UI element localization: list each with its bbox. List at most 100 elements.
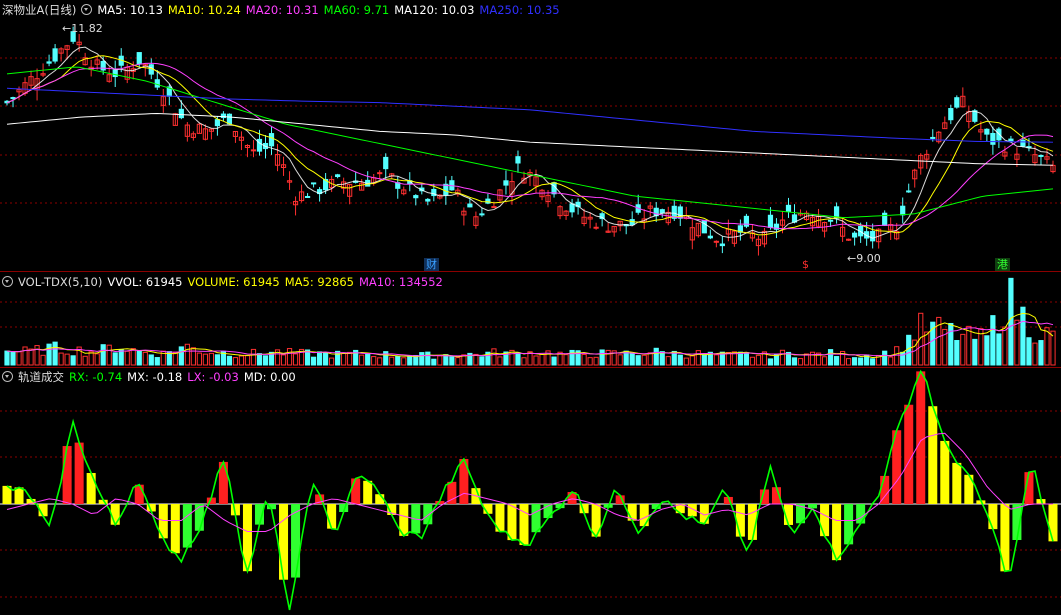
candle-body	[226, 113, 233, 125]
track-bar	[1048, 504, 1058, 542]
volume-bar	[184, 343, 190, 366]
ma120-line	[6, 112, 1054, 166]
volume-bar	[335, 350, 341, 366]
volume-bar	[593, 356, 599, 366]
volume-bar	[449, 356, 455, 366]
candle-body	[827, 219, 834, 222]
candle-body	[304, 196, 311, 199]
track-bar	[279, 504, 289, 580]
price-title: 深物业A(日线)	[2, 3, 77, 17]
track-indicator-0: RX: -0.74	[69, 370, 123, 384]
candle-body	[707, 235, 713, 239]
volume-bar	[755, 354, 762, 366]
volume-panel[interactable]: VOL-TDX(5,10) VVOL: 61945 VOLUME: 61945 MA5…	[0, 272, 1061, 367]
volume-bar	[341, 352, 347, 366]
track-volume-chart[interactable]	[0, 367, 1061, 615]
volume-bar	[954, 340, 960, 366]
candle-body	[310, 182, 317, 185]
volume-bar	[124, 350, 130, 366]
volume-bar	[148, 354, 154, 366]
volume-bar	[419, 352, 425, 366]
volume-bar	[641, 354, 647, 366]
volume-bar	[232, 357, 239, 366]
volume-bar	[821, 356, 828, 366]
volume-bar	[208, 352, 214, 366]
volume-bar	[984, 335, 990, 366]
candlestick-chart[interactable]	[0, 0, 1061, 270]
volume-bar	[226, 355, 233, 366]
volume-bar	[479, 356, 485, 366]
volume-bar	[713, 354, 719, 366]
track-indicator-2: LX: -0.03	[187, 370, 239, 384]
volume-bar	[238, 355, 245, 366]
track-panel[interactable]: 轨道成交 RX: -0.74 MX: -0.18 LX: -0.03 MD: 0.00	[0, 367, 1061, 615]
low-price-label: ←9.00	[847, 252, 881, 265]
candle-body	[870, 230, 876, 242]
track-bar	[134, 484, 144, 504]
volume-bar	[34, 345, 40, 366]
candle-body	[46, 61, 52, 64]
volume-bar	[244, 355, 251, 366]
volume-bar	[605, 349, 611, 366]
volume-bar	[972, 338, 978, 366]
volume-bar	[389, 356, 395, 366]
volume-bar	[455, 357, 461, 366]
volume-bar	[599, 349, 605, 366]
volume-bar	[894, 346, 900, 366]
candle-body	[425, 198, 431, 202]
track-bar	[916, 371, 926, 504]
volume-bar	[1044, 327, 1050, 366]
volume-bar	[797, 358, 804, 366]
volume-bar	[154, 357, 160, 366]
volume-bar	[1032, 342, 1038, 366]
candle-body	[990, 132, 996, 145]
volume-bar	[437, 355, 443, 366]
track-bar	[86, 472, 96, 504]
volume-bar	[533, 355, 539, 366]
volume-bar	[779, 349, 786, 366]
volume-bar	[858, 357, 864, 366]
dropdown-circle-icon[interactable]	[2, 371, 13, 382]
price-panel[interactable]: 深物业A(日线) MA5: 10.13 MA10: 10.24 MA20: 10.31…	[0, 0, 1061, 271]
track-bar	[988, 504, 998, 530]
volume-title: VOL-TDX(5,10)	[18, 275, 103, 289]
volume-bar	[677, 354, 683, 366]
track-title: 轨道成交	[18, 370, 64, 384]
volume-bar	[539, 354, 545, 366]
track-indicators: RX: -0.74 MX: -0.18 LX: -0.03 MD: 0.00	[69, 370, 301, 384]
volume-bar	[1020, 306, 1026, 366]
candle-body	[154, 79, 160, 88]
candle-body	[52, 48, 58, 62]
marker-finance[interactable]: 财	[424, 258, 439, 271]
volume-bar	[292, 353, 299, 366]
track-bar	[62, 446, 72, 504]
dropdown-circle-icon[interactable]	[2, 276, 13, 287]
price-header: 深物业A(日线) MA5: 10.13 MA10: 10.24 MA20: 10.31…	[2, 3, 570, 17]
volume-bar	[966, 325, 972, 366]
high-price-label: ←11.82	[62, 22, 103, 35]
marker-dollar[interactable]: $	[800, 258, 811, 271]
volume-bar	[280, 354, 287, 366]
candle-body	[377, 172, 383, 175]
ma5-line	[6, 46, 1054, 239]
volume-bar	[749, 356, 756, 366]
volume-indicator-0: VVOL: 61945	[107, 275, 183, 289]
candle-body	[569, 203, 575, 213]
marker-hk[interactable]: 港	[995, 258, 1010, 271]
track-bar	[856, 504, 866, 524]
volume-bar	[653, 347, 659, 366]
volume-bar	[1038, 340, 1044, 366]
volume-bar	[563, 354, 569, 366]
track-header: 轨道成交 RX: -0.74 MX: -0.18 LX: -0.03 MD: 0.00	[2, 370, 306, 384]
volume-bar	[551, 356, 557, 366]
track-bar	[735, 504, 745, 537]
volume-bar	[70, 355, 76, 366]
volume-bar	[22, 346, 28, 366]
candle-body	[467, 203, 473, 208]
volume-bar	[112, 352, 118, 366]
volume-bar	[371, 356, 377, 366]
candle-body	[383, 156, 389, 170]
dropdown-circle-icon[interactable]	[81, 4, 93, 15]
track-bar	[14, 487, 24, 504]
volume-bar	[329, 357, 335, 366]
